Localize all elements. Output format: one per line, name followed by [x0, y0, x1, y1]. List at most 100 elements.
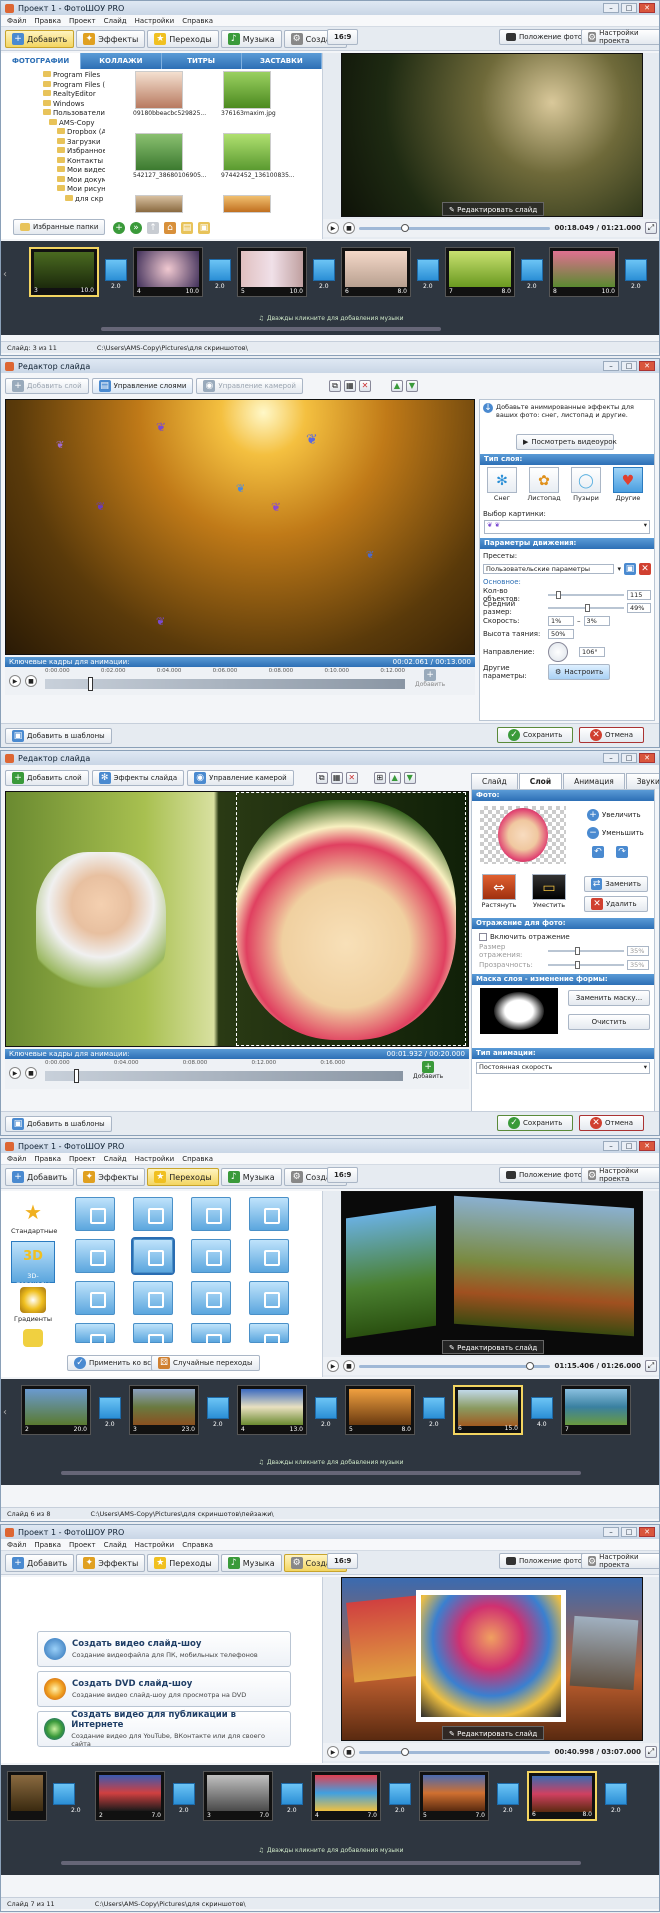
fade-height-input[interactable]: 50%: [548, 628, 574, 639]
checkbox[interactable]: [479, 932, 487, 941]
seek-bar[interactable]: [359, 1747, 551, 1756]
menu-settings[interactable]: Настройки: [135, 17, 175, 25]
tab-layer[interactable]: Слой: [518, 773, 563, 789]
zoom-out-row[interactable]: − Уменьшить: [584, 826, 647, 839]
tree-item[interactable]: Пользователи: [5, 109, 105, 119]
rotate-right-icon[interactable]: ↷: [616, 846, 628, 858]
timeline-slide[interactable]: 5 8.0: [345, 1385, 415, 1435]
maximize-button[interactable]: □: [621, 361, 637, 371]
selection-frame[interactable]: [236, 792, 466, 1046]
transition-thumb[interactable]: [53, 1783, 75, 1805]
cancel-button[interactable]: ✕ Отмена: [579, 1115, 645, 1131]
seek-bar[interactable]: [359, 1361, 551, 1370]
slide-canvas[interactable]: ❦ ❦ ❦ ❦ ❦ ❦ ❦ ❦: [5, 399, 475, 655]
tree-item[interactable]: Мои видео: [5, 166, 105, 176]
transition-item[interactable]: [131, 1237, 175, 1275]
timeline-slide[interactable]: 4 13.0: [237, 1385, 307, 1435]
play-icon[interactable]: ▶: [9, 675, 21, 687]
stop-icon[interactable]: ■: [343, 222, 355, 234]
up-arrow-icon[interactable]: ↑: [147, 222, 159, 234]
avg-size-input[interactable]: 49%: [627, 602, 651, 613]
manage-layers-button[interactable]: ▤ Управление слоями: [91, 378, 194, 394]
manage-camera-button[interactable]: ◉ Управление камерой: [196, 378, 303, 394]
menu-file[interactable]: Файл: [7, 1155, 26, 1163]
object-count-slider[interactable]: [548, 590, 624, 599]
menu-slide[interactable]: Слайд: [104, 17, 127, 25]
move-up-icon[interactable]: ▲: [388, 772, 401, 784]
reflection-size-slider[interactable]: [548, 946, 624, 955]
playhead[interactable]: [88, 677, 94, 691]
effect-other[interactable]: ♥ Другие: [610, 467, 646, 505]
move-up-icon[interactable]: ▲: [390, 380, 403, 392]
add-keyframe-button[interactable]: + Добавить: [413, 1061, 443, 1080]
transition-item[interactable]: [75, 1197, 115, 1231]
tab-transitions[interactable]: ★ Переходы: [147, 1168, 219, 1186]
zoom-in-row[interactable]: + Увеличить: [584, 808, 644, 821]
stop-icon[interactable]: ■: [25, 1067, 37, 1079]
transition-item[interactable]: [133, 1197, 173, 1231]
timeline-slide[interactable]: 6 8.0: [527, 1771, 597, 1821]
folder-icon[interactable]: ▣: [198, 222, 210, 234]
fit-button[interactable]: ▭ Уместить: [528, 874, 570, 912]
photo-thumb[interactable]: 376163maxim.jpg: [221, 71, 276, 117]
transition-thumb[interactable]: [531, 1397, 553, 1419]
favorite-folders-button[interactable]: Избранные папки: [13, 219, 106, 235]
menu-help[interactable]: Справка: [182, 1155, 213, 1163]
copy-icon[interactable]: ⧉: [315, 772, 328, 784]
transition-thumb[interactable]: [417, 259, 439, 281]
close-button[interactable]: ✕: [639, 3, 655, 13]
effect-bubbles[interactable]: ◯ Пузыри: [568, 467, 604, 505]
photo-position-button[interactable]: Положение фото: [499, 1167, 590, 1183]
timeline-scrollbar[interactable]: [61, 1861, 581, 1865]
tab-effects[interactable]: ✦ Эффекты: [76, 1554, 146, 1572]
fullscreen-icon[interactable]: ⤢: [645, 222, 657, 234]
close-button[interactable]: ✕: [639, 361, 655, 371]
delete-button[interactable]: ✕ Удалить: [584, 896, 648, 912]
transition-thumb[interactable]: [625, 259, 647, 281]
menu-file[interactable]: Файл: [7, 1541, 26, 1549]
music-track[interactable]: ♫ Дважды кликните для добавления музыки: [1, 1457, 659, 1467]
tab-music[interactable]: ♪ Музыка: [220, 30, 282, 48]
timeline-slide[interactable]: 6 8.0: [341, 247, 411, 297]
transition-item[interactable]: [191, 1323, 231, 1350]
clear-mask-button[interactable]: Очистить: [568, 1014, 650, 1030]
presets-select[interactable]: Пользовательские параметры: [483, 563, 615, 574]
align-icon[interactable]: ⊞: [373, 772, 386, 784]
menu-help[interactable]: Справка: [182, 17, 213, 25]
animation-type-select[interactable]: Постоянная скорость ▾: [476, 1062, 650, 1074]
photo-thumb[interactable]: 97442452_136100835...: [221, 133, 295, 179]
paste-icon[interactable]: ▦: [343, 380, 356, 392]
speed-from-input[interactable]: 1%: [548, 615, 574, 626]
maximize-button[interactable]: □: [621, 753, 637, 763]
transition-thumb[interactable]: [313, 259, 335, 281]
reflection-size-input[interactable]: 35%: [627, 945, 649, 956]
transition-item[interactable]: [249, 1197, 289, 1231]
timeline-slide[interactable]: 5 10.0: [237, 247, 307, 297]
tab-music[interactable]: ♪ Музыка: [220, 1168, 282, 1186]
speed-to-input[interactable]: 3%: [583, 615, 610, 626]
transition-item[interactable]: [75, 1281, 115, 1315]
play-icon[interactable]: ▶: [327, 1746, 339, 1758]
create-video-option[interactable]: Создать видео слайд-шоу Создание видеофай…: [37, 1631, 291, 1667]
timeline-slide[interactable]: 3 10.0: [29, 247, 99, 297]
close-button[interactable]: ✕: [639, 1527, 655, 1537]
transition-thumb[interactable]: [207, 1397, 229, 1419]
move-down-icon[interactable]: ▼: [403, 772, 416, 784]
timeline-scrollbar[interactable]: [101, 327, 441, 331]
transition-thumb[interactable]: [389, 1783, 411, 1805]
tree-item[interactable]: AMS-Copy: [5, 118, 105, 129]
fullscreen-icon[interactable]: ⤢: [645, 1360, 657, 1372]
menu-slide[interactable]: Слайд: [104, 1541, 127, 1549]
minimize-button[interactable]: –: [603, 753, 619, 763]
tree-item[interactable]: RealtyEditor: [5, 90, 105, 100]
photo-thumb[interactable]: 542127_38680106905...: [133, 133, 207, 179]
tree-item[interactable]: Program Files (x8: [5, 80, 105, 91]
add-to-templates-button[interactable]: ▣ Добавить в шаблоны: [5, 1115, 112, 1132]
object-count-input[interactable]: 115: [627, 589, 651, 600]
transition-item[interactable]: [249, 1281, 289, 1315]
transition-item[interactable]: [249, 1239, 289, 1273]
minimize-button[interactable]: –: [603, 1527, 619, 1537]
seek-bar[interactable]: [359, 223, 551, 232]
tab-effects[interactable]: ✦ Эффекты: [76, 30, 146, 48]
tree-item[interactable]: Windows: [5, 99, 105, 110]
